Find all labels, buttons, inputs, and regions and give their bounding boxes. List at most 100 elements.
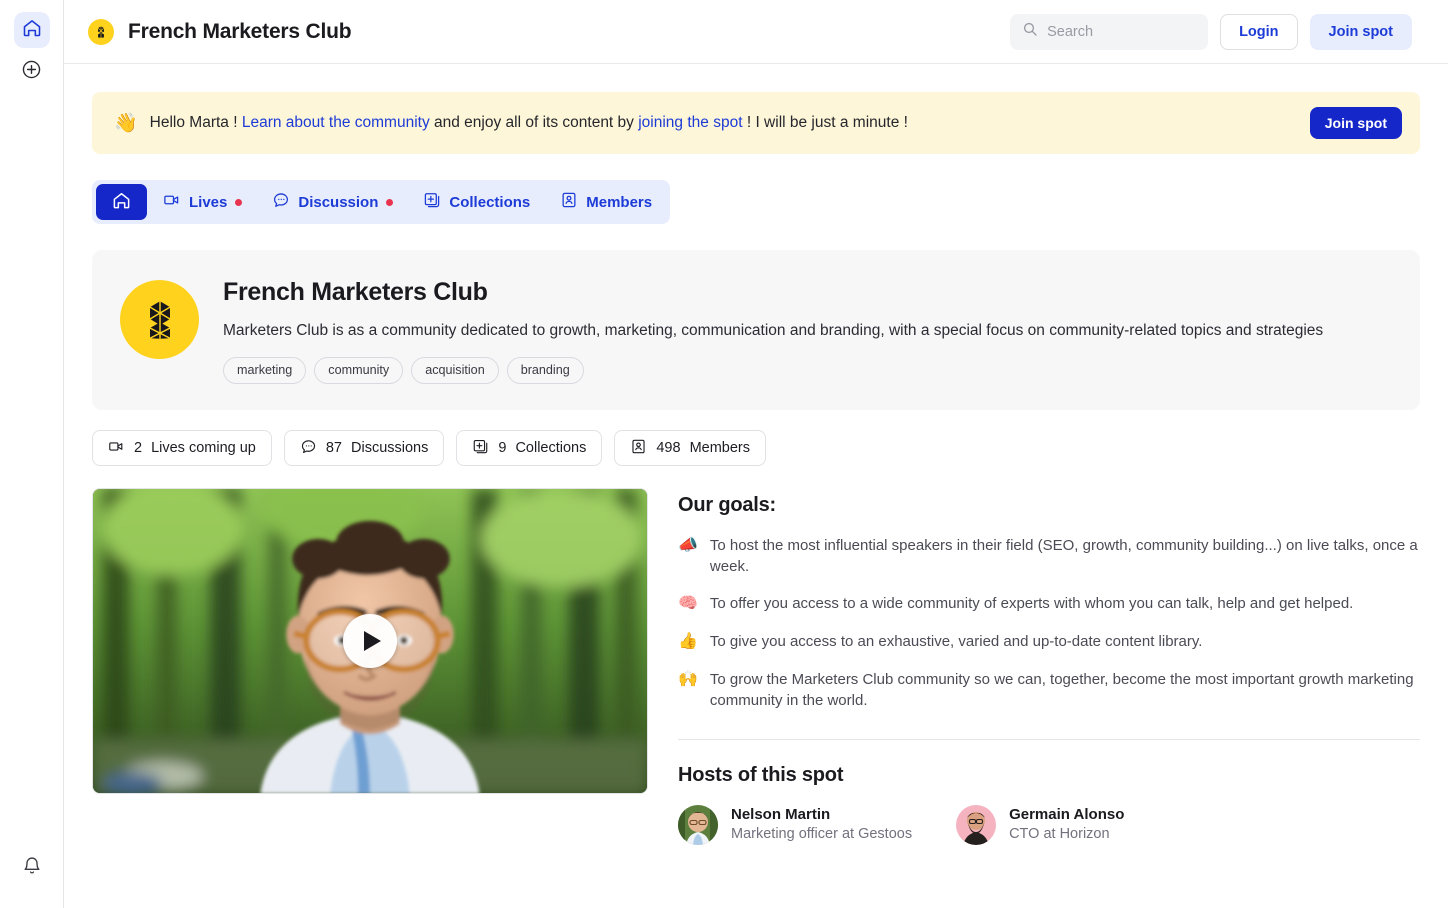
hosts-list: Nelson Martin Marketing officer at Gesto… bbox=[678, 804, 1420, 845]
spot-description: Marketers Club is as a community dedicat… bbox=[223, 322, 1324, 339]
stat-collections-count: 9 bbox=[498, 440, 507, 457]
plus-circle-icon bbox=[21, 59, 42, 85]
notice-text: Hello Marta ! Learn about the community … bbox=[150, 114, 908, 132]
tag-chip[interactable]: branding bbox=[506, 357, 584, 385]
members-icon bbox=[560, 191, 578, 213]
goal-text: To offer you access to a wide community … bbox=[709, 595, 1354, 613]
goal-item: 📣 To host the most influential speakers … bbox=[678, 535, 1420, 577]
goal-text: To grow the Marketers Club community so … bbox=[709, 670, 1414, 709]
page-title: French Marketers Club bbox=[128, 19, 352, 43]
intro-video-player[interactable] bbox=[92, 488, 648, 795]
spot-stats: 2 Lives coming up 87 Discussions 9 Colle… bbox=[92, 430, 1420, 467]
chat-bubble-icon bbox=[300, 438, 317, 459]
tab-discussion-label: Discussion bbox=[298, 193, 379, 211]
thumbs-up-emoji-icon: 👍 bbox=[678, 632, 698, 650]
collections-icon bbox=[472, 438, 489, 459]
goals-list: 📣 To host the most influential speakers … bbox=[678, 535, 1420, 710]
tag-chip[interactable]: community bbox=[314, 357, 404, 385]
goal-item: 🙌 To grow the Marketers Club community s… bbox=[678, 669, 1420, 711]
tab-collections-label: Collections bbox=[449, 193, 531, 211]
brand[interactable]: French Marketers Club bbox=[88, 18, 352, 45]
wave-emoji-icon: 👋 bbox=[114, 112, 138, 134]
left-rail bbox=[0, 0, 64, 908]
rail-item-notifications[interactable] bbox=[14, 850, 50, 886]
spot-header-card: French Marketers Club Marketers Club is … bbox=[92, 250, 1420, 411]
stat-collections[interactable]: 9 Collections bbox=[456, 430, 603, 467]
tag-chip[interactable]: marketing bbox=[223, 357, 307, 385]
login-button[interactable]: Login bbox=[1220, 13, 1298, 50]
rail-item-home[interactable] bbox=[13, 12, 50, 48]
bell-icon bbox=[22, 856, 42, 881]
goal-item: 👍 To give you access to an exhaustive, v… bbox=[678, 631, 1420, 653]
top-header: French Marketers Club Login Join spot bbox=[64, 0, 1448, 64]
stat-lives-label: Lives coming up bbox=[151, 440, 256, 457]
members-icon bbox=[630, 438, 647, 459]
search-icon bbox=[1022, 21, 1038, 42]
joining-the-spot-link[interactable]: joining the spot bbox=[638, 114, 742, 131]
goal-text: To give you access to an exhaustive, var… bbox=[709, 632, 1203, 650]
tab-members[interactable]: Members bbox=[546, 184, 666, 220]
search-input[interactable] bbox=[1047, 23, 1197, 40]
spot-name: French Marketers Club bbox=[223, 278, 488, 306]
tab-home[interactable] bbox=[96, 184, 147, 220]
host-role: Marketing officer at Gestoos bbox=[731, 825, 913, 842]
learn-about-community-link[interactable]: Learn about the community bbox=[242, 114, 430, 131]
play-button-icon[interactable] bbox=[343, 614, 397, 669]
tab-lives[interactable]: Lives bbox=[149, 184, 256, 220]
avatar bbox=[956, 804, 997, 845]
megaphone-emoji-icon: 📣 bbox=[678, 537, 698, 555]
spot-meta: French Marketers Club Marketers Club is … bbox=[223, 278, 1390, 385]
chat-bubble-icon bbox=[272, 191, 290, 213]
stat-discussions-count: 87 bbox=[325, 440, 342, 457]
tab-members-label: Members bbox=[586, 193, 653, 211]
host-name: Nelson Martin bbox=[731, 805, 831, 823]
tab-collections[interactable]: Collections bbox=[409, 184, 544, 220]
brain-emoji-icon: 🧠 bbox=[678, 595, 698, 613]
stat-lives-count: 2 bbox=[134, 440, 143, 457]
avatar bbox=[678, 804, 718, 845]
stat-discussions-label: Discussions bbox=[351, 440, 429, 457]
tab-discussion[interactable]: Discussion bbox=[258, 184, 407, 220]
tab-discussion-badge bbox=[386, 198, 394, 206]
section-divider bbox=[678, 738, 1420, 740]
tab-lives-badge bbox=[235, 198, 243, 206]
main-column: French Marketers Club Login Join spot bbox=[64, 0, 1448, 908]
host-item[interactable]: Germain Alonso CTO at Horizon bbox=[956, 804, 1124, 845]
join-spot-button-header[interactable]: Join spot bbox=[1309, 13, 1412, 50]
stat-members-label: Members bbox=[689, 440, 750, 457]
spot-content: Our goals: 📣 To host the most influentia… bbox=[92, 488, 1420, 845]
host-info: Germain Alonso CTO at Horizon bbox=[1009, 805, 1124, 845]
host-name: Germain Alonso bbox=[1009, 805, 1125, 823]
host-role: CTO at Horizon bbox=[1009, 825, 1110, 842]
collections-icon bbox=[423, 191, 441, 213]
goal-item: 🧠 To offer you access to a wide communit… bbox=[678, 593, 1420, 615]
join-notice-banner: 👋 Hello Marta ! Learn about the communit… bbox=[92, 92, 1420, 154]
video-camera-icon bbox=[108, 438, 125, 459]
goals-title: Our goals: bbox=[678, 494, 777, 517]
stat-collections-label: Collections bbox=[515, 440, 587, 457]
host-item[interactable]: Nelson Martin Marketing officer at Gesto… bbox=[678, 804, 913, 845]
home-icon bbox=[112, 191, 131, 214]
raising-hands-emoji-icon: 🙌 bbox=[678, 670, 698, 688]
notice-tail: ! I will be just a minute ! bbox=[746, 114, 908, 131]
tab-lives-label: Lives bbox=[189, 193, 228, 211]
rail-item-create[interactable] bbox=[14, 54, 50, 90]
spot-avatar bbox=[120, 280, 199, 359]
goal-text: To host the most influential speakers in… bbox=[709, 537, 1418, 576]
spot-tabbar: Lives Discussion Collections Members bbox=[92, 180, 671, 224]
header-actions: Login Join spot bbox=[1010, 13, 1412, 50]
tag-chip[interactable]: acquisition bbox=[411, 357, 499, 385]
stat-members[interactable]: 498 Members bbox=[614, 430, 766, 467]
spot-tags: marketing community acquisition branding bbox=[223, 357, 1390, 385]
join-spot-button-banner[interactable]: Join spot bbox=[1309, 107, 1402, 139]
stat-lives[interactable]: 2 Lives coming up bbox=[92, 430, 272, 467]
search-box[interactable] bbox=[1010, 13, 1209, 50]
home-icon bbox=[22, 18, 42, 43]
goals-and-hosts: Our goals: 📣 To host the most influentia… bbox=[678, 488, 1420, 845]
stat-discussions[interactable]: 87 Discussions bbox=[283, 430, 445, 467]
spot-logo-icon bbox=[149, 300, 170, 339]
app-root: French Marketers Club Login Join spot bbox=[0, 0, 1448, 908]
notice-greeting: Hello Marta ! bbox=[149, 114, 238, 131]
notice-middle: and enjoy all of its content by bbox=[434, 114, 634, 131]
page-body: 👋 Hello Marta ! Learn about the communit… bbox=[64, 64, 1448, 908]
